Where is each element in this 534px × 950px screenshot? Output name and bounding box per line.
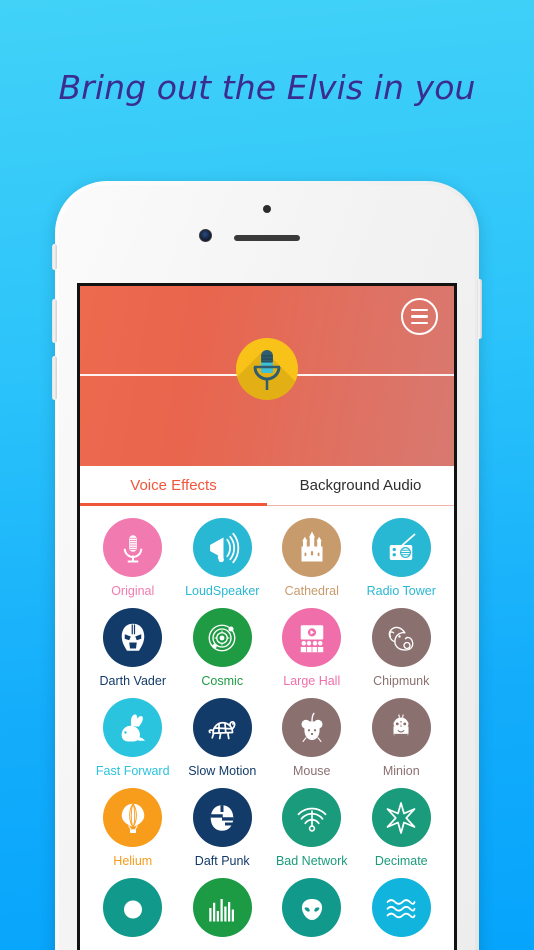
effect-item-fast-forward[interactable]: Fast Forward [88,698,178,787]
effect-item[interactable] [267,878,357,950]
effect-label: Chipmunk [373,674,430,688]
effect-label: Daft Punk [194,854,250,868]
turtle-icon [192,698,252,757]
effect-label: Darth Vader [99,674,166,688]
proximity-sensor-icon [263,205,271,213]
menu-line [411,309,428,312]
effect-item-chipmunk[interactable]: Chipmunk [357,608,447,697]
effect-label: Bad Network [275,854,348,868]
effect-label: Original [111,584,155,598]
effect-item[interactable] [357,878,447,950]
effect-label: Cathedral [284,584,339,598]
phone-screen: Voice Effects Background Audio Original … [77,283,457,950]
effect-label: Fast Forward [95,764,170,778]
effect-item-helium[interactable]: Helium [88,788,178,877]
rabbit-icon [103,698,163,757]
alien-icon [282,878,342,937]
minion-icon [371,698,431,757]
effect-item-mouse[interactable]: Mouse [267,698,357,787]
front-camera-icon [199,229,212,242]
effect-item[interactable] [178,878,268,950]
waves-icon [371,878,431,937]
effect-item-darth-vader[interactable]: Darth Vader [88,608,178,697]
menu-line [411,315,428,318]
effect-label: Minion [382,764,420,778]
tab-label: Voice Effects [130,477,217,494]
darth-vader-helmet-icon [103,608,163,667]
page-title: Bring out the Elvis in you [58,68,476,107]
starburst-icon [371,788,431,847]
hamburger-menu-icon[interactable] [401,298,438,335]
effect-item-minion[interactable]: Minion [357,698,447,787]
earpiece-speaker-icon [234,235,300,241]
effect-item[interactable] [88,878,178,950]
effect-item-cosmic[interactable]: Cosmic [178,608,268,697]
menu-line [411,321,428,324]
megaphone-icon [192,518,252,577]
volume-down-button[interactable] [52,356,57,400]
effect-item-cathedral[interactable]: Cathedral [267,518,357,607]
cathedral-icon [282,518,342,577]
voice-effects-grid: Original LoudSpeaker Cathedral Radio Tow… [80,506,454,950]
equalizer-bars-icon [192,878,252,937]
app-header [80,286,454,466]
radio-icon [371,518,431,577]
vintage-microphone-icon [103,518,163,577]
effect-label: LoudSpeaker [185,584,260,598]
tab-background-audio[interactable]: Background Audio [267,466,454,505]
effect-item-radio-tower[interactable]: Radio Tower [357,518,447,607]
chipmunk-icon [371,608,431,667]
effect-label: Helium [113,854,153,868]
effect-item-bad-network[interactable]: Bad Network [267,788,357,877]
effect-label: Mouse [292,764,331,778]
auditorium-screen-icon [282,608,342,667]
phone-device: Voice Effects Background Audio Original … [52,181,482,950]
microphone-logo-icon [236,338,298,400]
effect-label: Decimate [374,854,428,868]
effect-label: Cosmic [201,674,244,688]
effect-item-loudspeaker[interactable]: LoudSpeaker [178,518,268,607]
effect-item-decimate[interactable]: Decimate [357,788,447,877]
volume-up-button[interactable] [52,299,57,343]
hot-air-balloon-icon [103,788,163,847]
effect-label: Large Hall [283,674,341,688]
effect-label: Slow Motion [188,764,257,778]
mouse-icon [282,698,342,757]
effect-item-large-hall[interactable]: Large Hall [267,608,357,697]
tab-label: Background Audio [299,477,422,494]
helmet-icon [192,788,252,847]
tab-bar: Voice Effects Background Audio [80,466,454,506]
tab-voice-effects[interactable]: Voice Effects [80,466,267,506]
effect-item-original[interactable]: Original [88,518,178,607]
silent-switch-button[interactable] [52,244,57,270]
wifi-signal-icon [282,788,342,847]
atom-orbit-icon [192,608,252,667]
power-button[interactable] [477,279,482,339]
effect-item-slow-motion[interactable]: Slow Motion [178,698,268,787]
circle-icon [103,878,163,937]
effect-label: Radio Tower [366,584,436,598]
microphone-glyph [253,350,281,390]
effect-item-daft-punk[interactable]: Daft Punk [178,788,268,877]
